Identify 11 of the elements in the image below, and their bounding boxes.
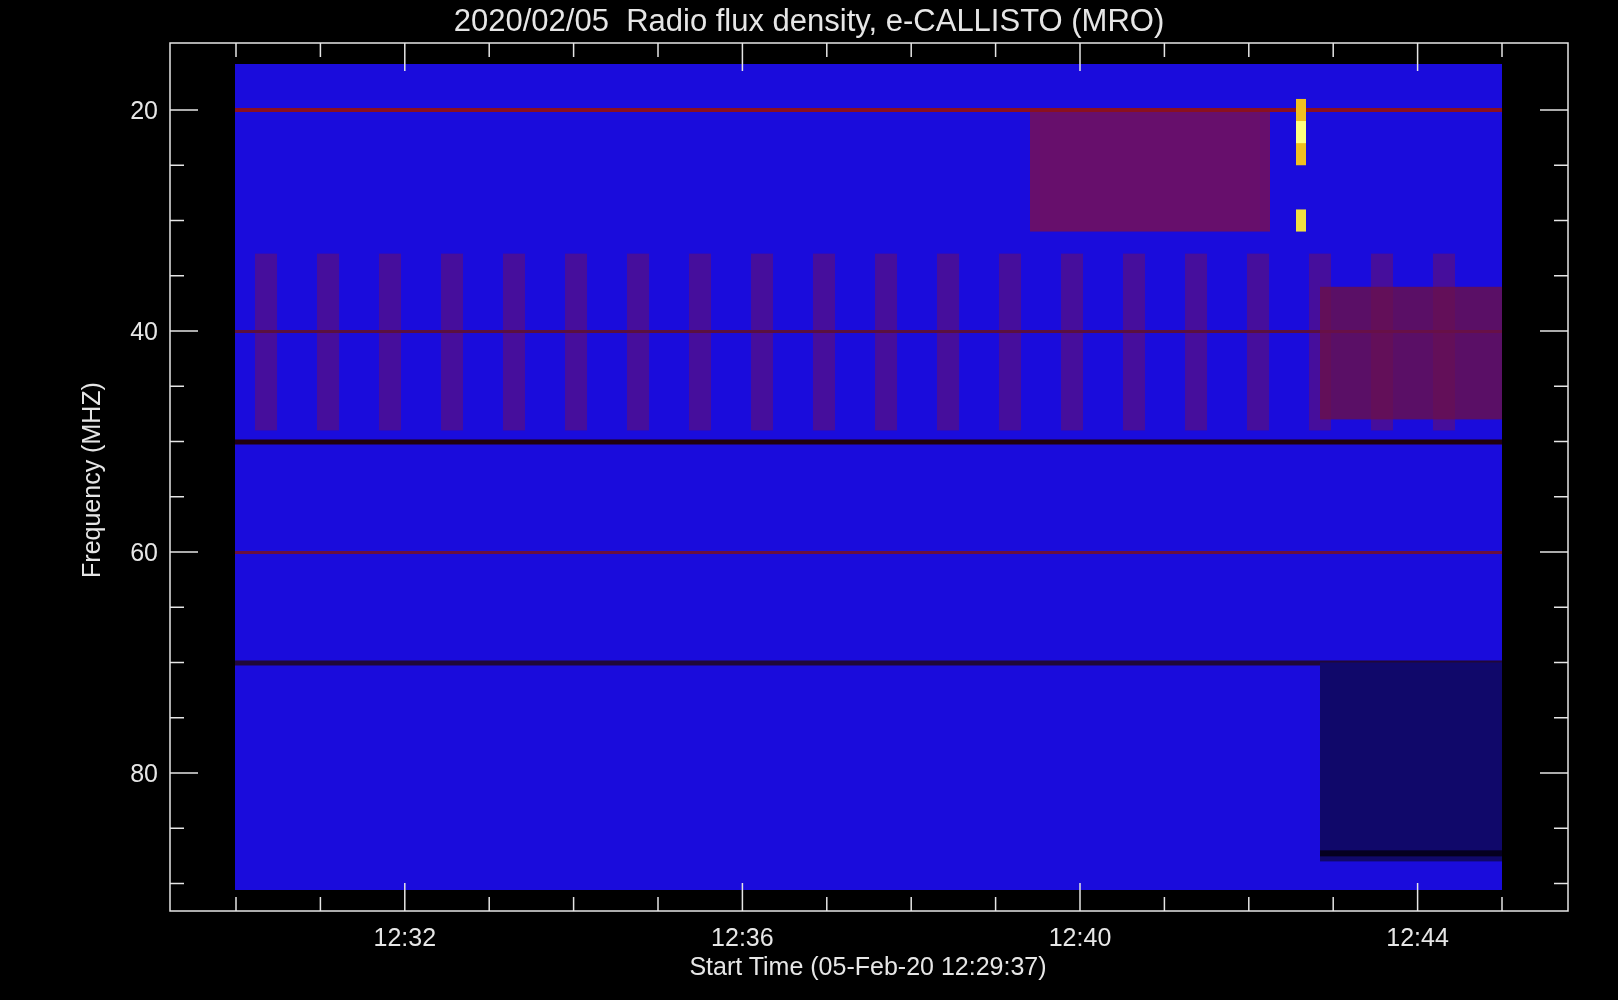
y-axis-label: Frequency (MHZ) bbox=[77, 382, 105, 578]
x-axis-label: Start Time (05-Feb-20 12:29:37) bbox=[689, 952, 1047, 980]
y-tick-label: 60 bbox=[130, 538, 158, 566]
y-tick-label: 20 bbox=[130, 96, 158, 124]
y-tick-label: 40 bbox=[130, 317, 158, 345]
x-tick-label: 12:44 bbox=[1386, 923, 1449, 951]
x-tick-label: 12:32 bbox=[373, 923, 437, 951]
x-tick-label: 12:40 bbox=[1048, 923, 1112, 951]
plot-title: 2020/02/05 Radio flux density, e-CALLISTO (MRO) bbox=[453, 3, 1165, 38]
x-tick-label: 12:36 bbox=[711, 923, 774, 951]
y-tick-label: 80 bbox=[130, 759, 158, 787]
